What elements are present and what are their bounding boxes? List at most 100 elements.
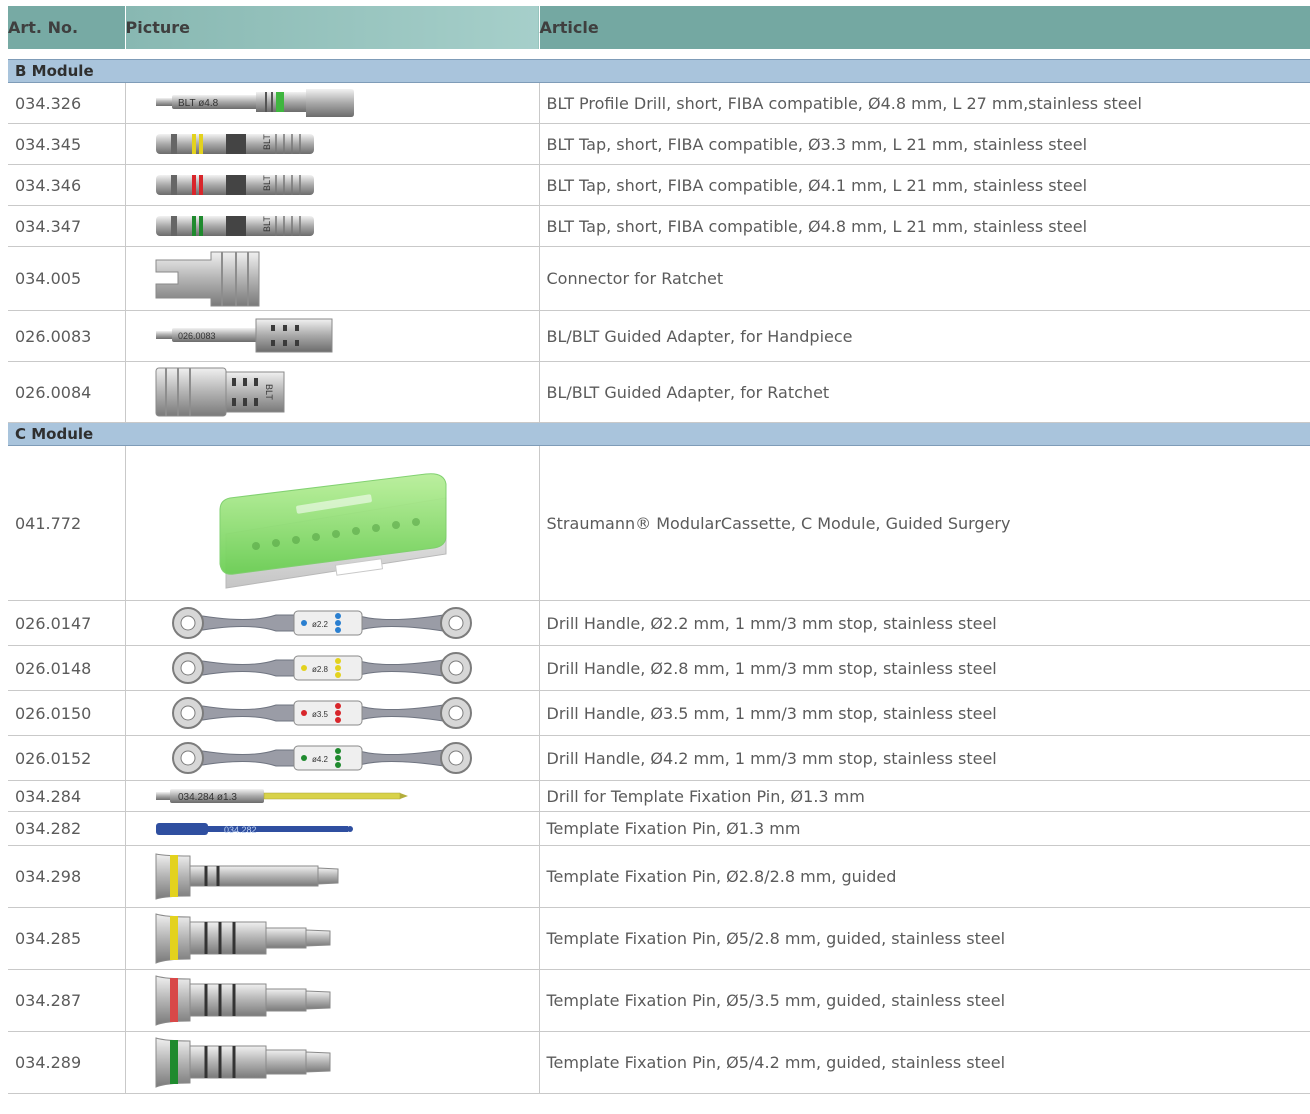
pin-engraving: 034.282 (224, 825, 257, 835)
article-cell: BL/BLT Guided Adapter, for Handpiece (539, 310, 1310, 362)
drill-handle-image: ø2.2 (171, 607, 472, 639)
catalog-page: Art. No. Picture Article B Module 034.32… (0, 0, 1310, 1114)
color-ring (169, 1040, 178, 1084)
art-no-cell: 034.287 (8, 969, 126, 1032)
ratchet-adapter-image: BLT (155, 367, 284, 417)
article-cell: BLT Tap, short, FIBA compatible, Ø4.8 mm… (539, 205, 1310, 247)
table-row[interactable]: 034.285 Template Fixation Pin, Ø5/2.8 mm… (8, 907, 1310, 970)
header-picture: Picture (125, 6, 540, 49)
product-table: Art. No. Picture Article B Module 034.32… (8, 6, 1310, 1094)
table-row[interactable]: 041.772 Straumann® ModularCassette, C Mo… (8, 445, 1310, 601)
art-no-cell: 041.772 (8, 445, 126, 601)
table-row[interactable]: 034.005 Connector for Ratchet (8, 246, 1310, 311)
picture-cell: ø3.5 (125, 690, 540, 736)
table-row[interactable]: 026.0083 026.0083 BL/BLT Guided Adapter,… (8, 310, 1310, 362)
art-no-cell: 026.0152 (8, 735, 126, 781)
fixation-drill-image: 034.284 ø1.3 (155, 789, 408, 803)
table-row[interactable]: 034.284 034.284 ø1.3 Drill for Template … (8, 780, 1310, 812)
table-row[interactable]: 034.345 BLT BLT Tap, short, FIBA compati… (8, 123, 1310, 165)
table-row[interactable]: 034.289 Template Fixation Pin, Ø5/4.2 mm… (8, 1031, 1310, 1094)
drill-engraving: 034.284 ø1.3 (178, 792, 237, 803)
art-no-cell: 034.289 (8, 1031, 126, 1094)
table-row[interactable]: 034.326 BLT ø4.8 BLT Profile Drill, shor… (8, 82, 1310, 124)
color-ring (275, 92, 284, 112)
art-no-cell: 026.0148 (8, 645, 126, 691)
article-cell: Drill for Template Fixation Pin, Ø1.3 mm (539, 780, 1310, 812)
tap-engraving: BLT (262, 175, 272, 191)
handpiece-adapter-image: 026.0083 (155, 318, 332, 353)
article-cell: Template Fixation Pin, Ø5/3.5 mm, guided… (539, 969, 1310, 1032)
picture-cell (125, 969, 540, 1032)
guided-pin-image (155, 1037, 330, 1088)
article-cell: Drill Handle, Ø2.8 mm, 1 mm/3 mm stop, s… (539, 645, 1310, 691)
article-cell: BLT Profile Drill, short, FIBA compatibl… (539, 82, 1310, 124)
table-row[interactable]: 034.347 BLT BLT Tap, short, FIBA compati… (8, 205, 1310, 247)
module-title: C Module (8, 422, 1310, 446)
handle-engraving: ø2.2 (312, 620, 329, 629)
table-row[interactable]: 026.0147 ø2.2 Drill Handle, Ø2.2 mm, 1 m… (8, 600, 1310, 646)
art-no-cell: 034.346 (8, 164, 126, 206)
adapter-engraving: BLT (264, 384, 274, 400)
art-no-cell: 034.326 (8, 82, 126, 124)
table-row[interactable]: 026.0150 ø3.5 Drill Handle, Ø3.5 mm, 1 m… (8, 690, 1310, 736)
header-art-no: Art. No. (8, 6, 126, 49)
art-no-cell: 034.282 (8, 811, 126, 846)
drill-handle-image: ø3.5 (171, 697, 472, 729)
color-dot (300, 710, 307, 716)
color-dot (300, 755, 307, 761)
art-no-cell: 026.0084 (8, 361, 126, 423)
article-cell: Connector for Ratchet (539, 246, 1310, 311)
article-cell: Drill Handle, Ø3.5 mm, 1 mm/3 mm stop, s… (539, 690, 1310, 736)
art-no-cell: 026.0083 (8, 310, 126, 362)
drill-engraving: BLT ø4.8 (178, 98, 219, 109)
module-c: C Module 041.772 Straumann® ModularCasse… (8, 422, 1310, 1094)
table-row[interactable]: 026.0084 BLT BL/BLT Guided Adapter, for … (8, 361, 1310, 423)
guided-pin-image (155, 975, 330, 1026)
picture-cell: 026.0083 (125, 310, 540, 362)
guided-pin-image (155, 853, 338, 900)
connector-image (155, 251, 259, 306)
table-row[interactable]: 026.0152 ø4.2 Drill Handle, Ø4.2 mm, 1 m… (8, 735, 1310, 781)
table-row[interactable]: 034.346 BLT BLT Tap, short, FIBA compati… (8, 164, 1310, 206)
article-cell: BL/BLT Guided Adapter, for Ratchet (539, 361, 1310, 423)
picture-cell: BLT (125, 205, 540, 247)
picture-cell: ø4.2 (125, 735, 540, 781)
article-cell: BLT Tap, short, FIBA compatible, Ø3.3 mm… (539, 123, 1310, 165)
module-header-c: C Module (8, 422, 1310, 446)
picture-cell: BLT (125, 361, 540, 423)
guided-pin-image (155, 913, 330, 964)
art-no-cell: 034.285 (8, 907, 126, 970)
article-cell: Drill Handle, Ø4.2 mm, 1 mm/3 mm stop, s… (539, 735, 1310, 781)
picture-cell (125, 1031, 540, 1094)
picture-cell: BLT (125, 123, 540, 165)
picture-cell: ø2.2 (125, 600, 540, 646)
art-no-cell: 026.0150 (8, 690, 126, 736)
article-cell: Template Fixation Pin, Ø2.8/2.8 mm, guid… (539, 845, 1310, 908)
table-header-row: Art. No. Picture Article (8, 6, 1310, 49)
adapter-engraving: 026.0083 (178, 331, 216, 341)
profile-drill-image: BLT ø4.8 (155, 89, 354, 117)
table-row[interactable]: 026.0148 ø2.8 Drill Handle, Ø2.8 mm, 1 m… (8, 645, 1310, 691)
art-no-cell: 034.298 (8, 845, 126, 908)
color-dot (300, 620, 307, 626)
table-row[interactable]: 034.298 Template Fixation Pin, Ø2.8/2.8 … (8, 845, 1310, 908)
fixation-pin-image: 034.282 (155, 823, 353, 835)
picture-cell: 034.282 (125, 811, 540, 846)
art-no-cell: 034.345 (8, 123, 126, 165)
art-no-cell: 034.284 (8, 780, 126, 812)
picture-cell: ø2.8 (125, 645, 540, 691)
tap-engraving: BLT (262, 216, 272, 232)
table-row[interactable]: 034.287 Template Fixation Pin, Ø5/3.5 mm… (8, 969, 1310, 1032)
picture-cell (125, 246, 540, 311)
drill-handle-image: ø4.2 (171, 742, 472, 774)
art-no-cell: 026.0147 (8, 600, 126, 646)
color-dot (300, 665, 307, 671)
handle-engraving: ø2.8 (312, 665, 329, 674)
table-row[interactable]: 034.282 034.282 Template Fixation Pin, Ø… (8, 811, 1310, 846)
cassette-image (219, 473, 446, 589)
art-no-cell: 034.347 (8, 205, 126, 247)
tap-image: BLT (155, 216, 314, 236)
module-title: B Module (8, 59, 1310, 83)
article-cell: Drill Handle, Ø2.2 mm, 1 mm/3 mm stop, s… (539, 600, 1310, 646)
picture-cell (125, 845, 540, 908)
